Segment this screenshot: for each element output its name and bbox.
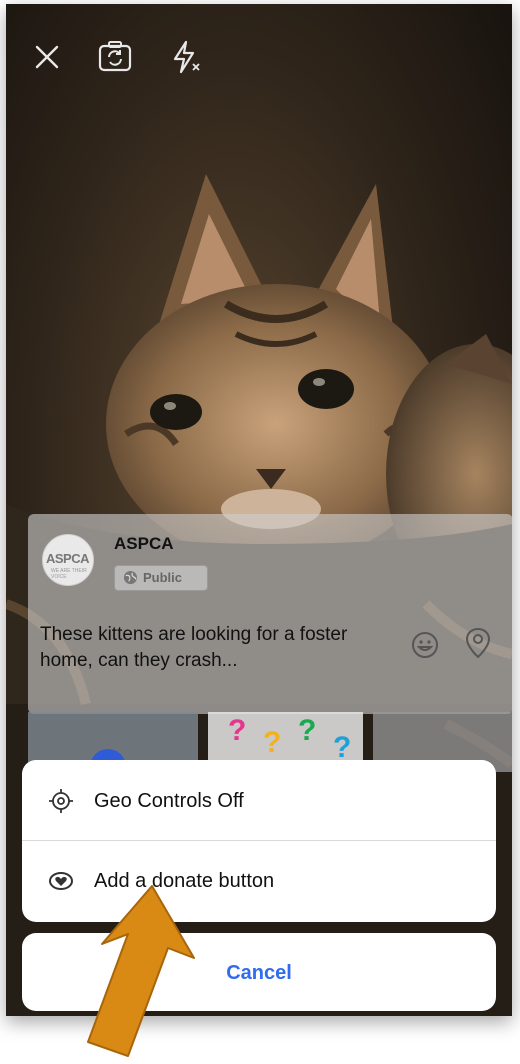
svg-text:?: ? (228, 714, 246, 747)
flash-off-icon[interactable] (166, 38, 204, 76)
emoji-icon[interactable] (410, 630, 440, 660)
logo-subtext: WE ARE THEIR VOICE (51, 568, 87, 580)
post-text[interactable]: These kittens are looking for a foster h… (40, 622, 380, 674)
globe-icon (123, 570, 138, 585)
geo-controls-option[interactable]: Geo Controls Off (22, 762, 496, 840)
crosshair-icon (48, 788, 74, 814)
svg-text:?: ? (263, 726, 281, 759)
geo-controls-label: Geo Controls Off (94, 790, 244, 812)
svg-text:?: ? (298, 714, 316, 747)
page-name: ASPCA (114, 534, 174, 553)
post-composer: ASPCA WE ARE THEIR VOICE ASPCA Public Th… (28, 514, 512, 714)
privacy-label: Public (143, 570, 183, 585)
page-avatar: ASPCA WE ARE THEIR VOICE (42, 534, 94, 586)
sheet-divider (22, 840, 496, 841)
annotation-arrow (70, 880, 210, 1059)
phone-screen: ASPCA WE ARE THEIR VOICE ASPCA Public Th… (6, 4, 512, 1016)
privacy-selector[interactable]: Public (114, 565, 208, 591)
logo-text: ASPCA (46, 551, 90, 566)
camera-toolbar (6, 4, 512, 104)
location-pin-icon[interactable] (463, 626, 493, 660)
close-icon[interactable] (28, 38, 66, 76)
camera-flip-icon[interactable] (96, 38, 134, 76)
